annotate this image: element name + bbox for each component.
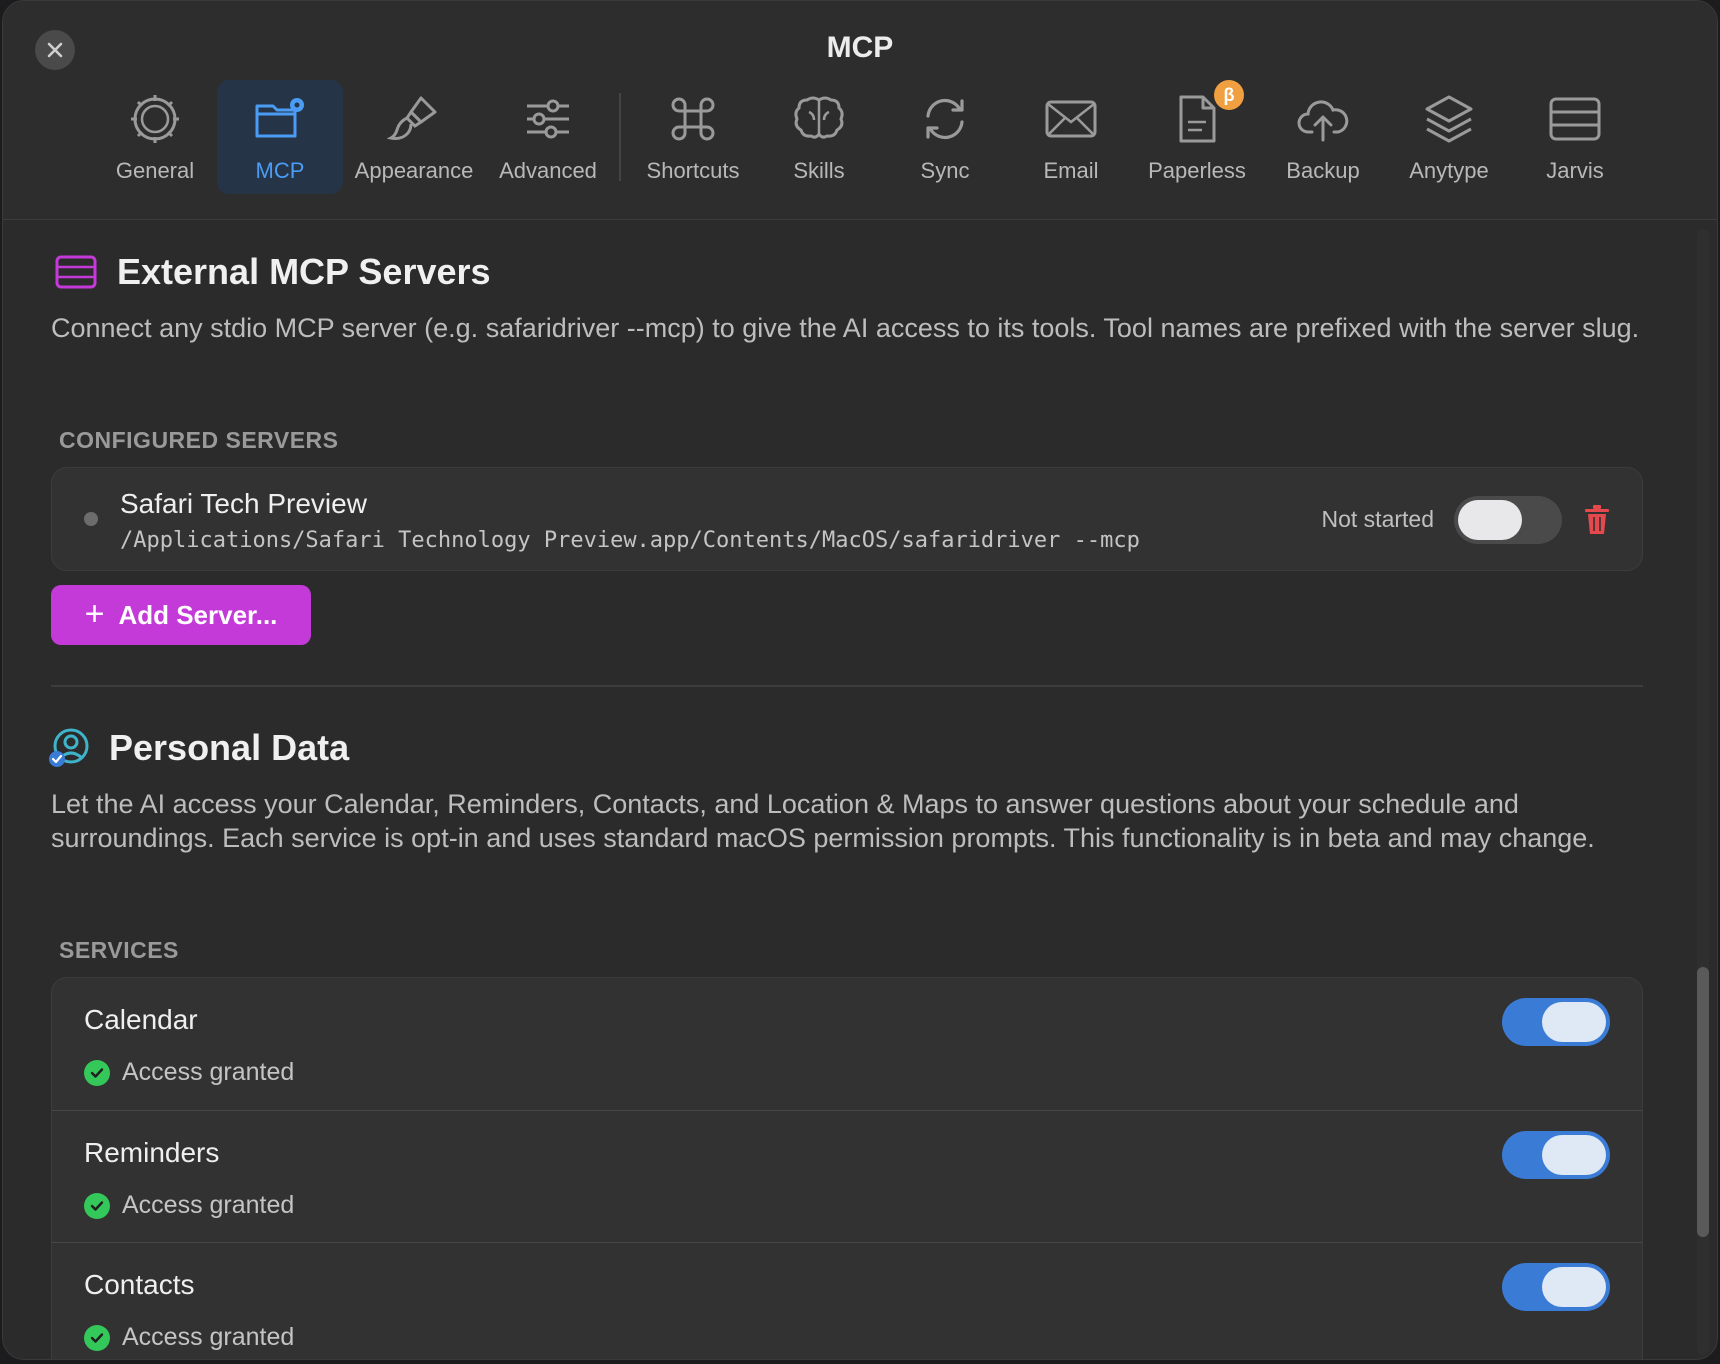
envelope-icon [1042,90,1100,148]
plus-icon: + [84,594,105,633]
tab-mcp[interactable]: MCP [217,80,343,194]
service-status: Access granted [84,1058,294,1087]
tab-label: Appearance [354,158,474,183]
service-row-contacts: Contacts Access granted [52,1242,1642,1359]
gear-icon [126,90,184,148]
tab-anytype[interactable]: Anytype [1389,80,1509,194]
person-check-icon [49,728,89,767]
section-divider [51,685,1643,687]
brain-icon [790,90,848,148]
tab-label: General [115,158,195,183]
section-title: External MCP Servers [117,251,491,292]
sync-icon [916,90,974,148]
server-name: Safari Tech Preview [120,488,367,519]
service-name: Calendar [84,1004,198,1035]
section-description: Let the AI access your Calendar, Reminde… [51,789,1595,853]
section-description: Connect any stdio MCP server (e.g. safar… [51,313,1640,343]
tab-skills[interactable]: Skills [759,80,879,194]
beta-badge: β [1214,80,1244,110]
tab-backup[interactable]: Backup [1263,80,1383,194]
services-list: Calendar Access granted Reminders Access… [51,977,1643,1359]
tab-label: Sync [920,158,970,183]
add-server-label: Add Server... [118,599,278,630]
tab-advanced[interactable]: Advanced [489,80,607,194]
service-status-text: Access granted [122,1191,295,1219]
services-label: SERVICES [59,937,179,963]
service-status-text: Access granted [122,1323,295,1351]
service-status-text: Access granted [122,1058,295,1086]
tab-sync[interactable]: Sync [885,80,1005,194]
tab-label: Advanced [499,158,597,183]
sliders-icon [519,90,577,148]
tab-paperless[interactable]: β Paperless [1137,80,1257,194]
trash-icon [1585,505,1609,534]
tab-general[interactable]: General [95,80,215,194]
calendar-toggle[interactable] [1502,998,1610,1046]
tab-label: Shortcuts [646,158,740,183]
tab-label: Email [1043,158,1099,183]
layers-icon [1420,90,1478,148]
server-rack-icon [1546,90,1604,148]
tab-appearance[interactable]: Appearance [349,80,479,194]
reminders-toggle[interactable] [1502,1131,1610,1179]
contacts-toggle[interactable] [1502,1263,1610,1311]
paintbrush-icon [385,90,443,148]
tab-jarvis[interactable]: Jarvis [1515,80,1635,194]
tab-label: Backup [1286,158,1360,183]
service-status: Access granted [84,1323,294,1352]
server-status: Not started [1321,506,1435,532]
service-status: Access granted [84,1191,294,1220]
tab-email[interactable]: Email [1011,80,1131,194]
checkmark-icon [84,1324,110,1351]
window-title: MCP [826,31,894,64]
service-name: Reminders [84,1137,220,1168]
server-row: Safari Tech Preview /Applications/Safari… [51,467,1643,571]
tab-shortcuts[interactable]: Shortcuts [633,80,753,194]
toolbar-separator [619,93,621,181]
tab-label: Jarvis [1546,158,1604,183]
toolbar: MCP General MCP Appearance Advanced Shor… [3,1,1717,220]
section-title: Personal Data [109,727,350,768]
configured-servers-label: CONFIGURED SERVERS [59,427,339,453]
folder-gear-icon [251,90,309,148]
checkmark-icon [84,1192,110,1219]
service-row-calendar: Calendar Access granted [52,978,1642,1110]
tab-label: MCP [255,158,305,183]
tab-label: Anytype [1409,158,1489,183]
delete-server-button[interactable] [1582,502,1612,538]
server-command: /Applications/Safari Technology Preview.… [120,528,1140,553]
service-name: Contacts [84,1269,195,1300]
server-enable-toggle[interactable] [1454,496,1562,544]
checkmark-icon [84,1059,110,1086]
document-icon: β [1168,80,1244,148]
command-icon [664,90,722,148]
status-dot [84,512,98,526]
tab-label: Skills [793,158,845,183]
cloud-upload-icon [1294,90,1352,148]
scrollbar-thumb[interactable] [1697,967,1709,1237]
tab-label: Paperless [1148,158,1246,183]
external-servers-header: External MCP Servers [55,251,491,293]
personal-data-header: Personal Data [47,727,349,769]
add-server-button[interactable]: + Add Server... [51,585,311,645]
settings-window: MCP General MCP Appearance Advanced Shor… [2,0,1718,1360]
service-row-reminders: Reminders Access granted [52,1110,1642,1242]
server-list-icon [55,255,97,289]
settings-content: External MCP Servers Connect any stdio M… [3,221,1693,1359]
